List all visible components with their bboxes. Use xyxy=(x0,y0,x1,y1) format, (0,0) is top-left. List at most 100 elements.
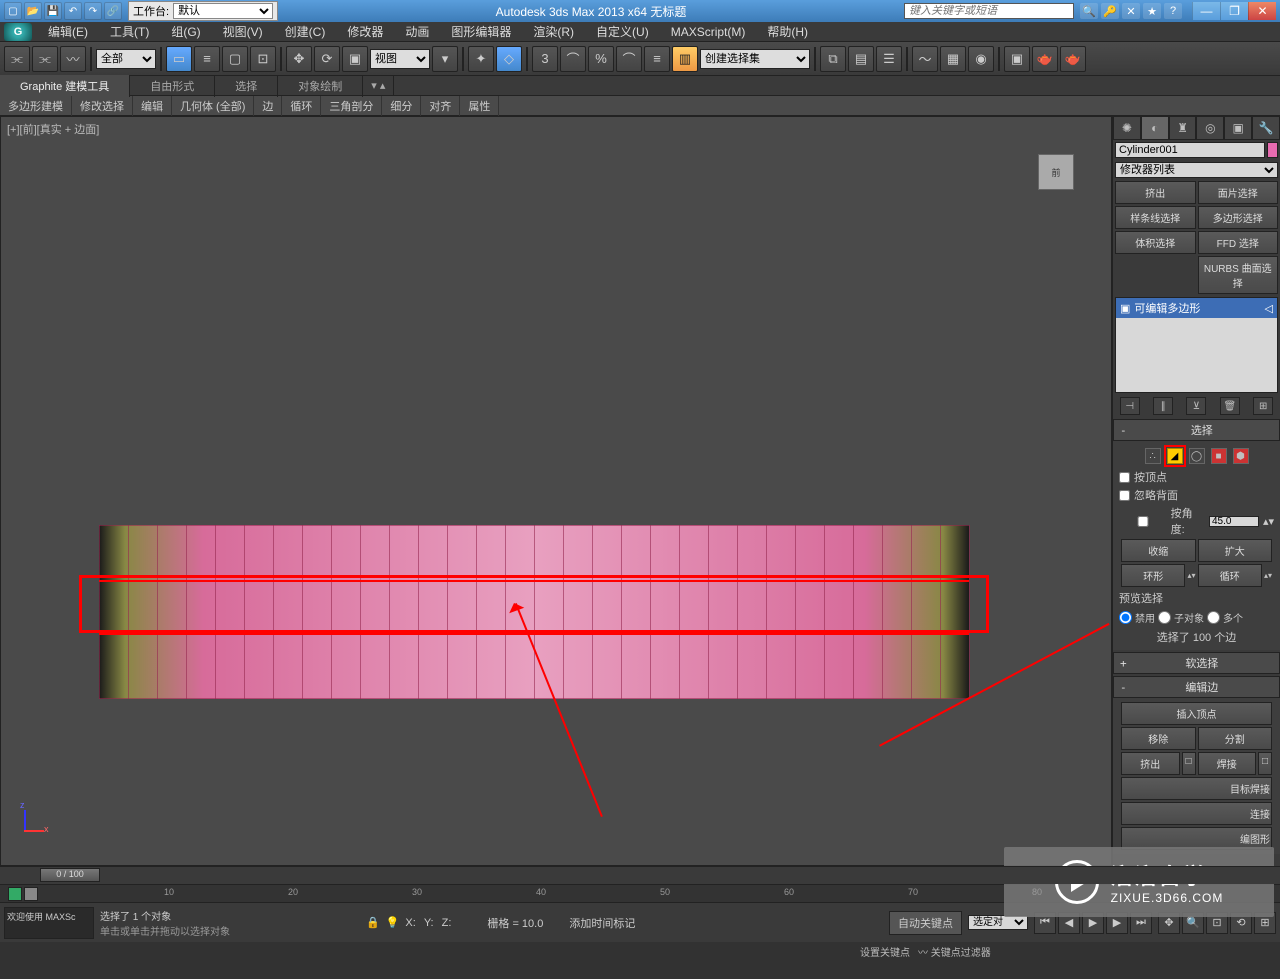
subobj-vertex-icon[interactable]: ∴ xyxy=(1145,448,1161,464)
tab-create-icon[interactable]: ✺ xyxy=(1113,116,1141,140)
rotate-icon[interactable]: ⟳ xyxy=(314,46,340,72)
viewcube-face[interactable]: 前 xyxy=(1038,154,1074,190)
qat-redo-icon[interactable]: ↷ xyxy=(84,2,102,20)
viewport-front[interactable]: [+][前][真实 + 边面] 前 document.write(Array.f… xyxy=(0,116,1112,866)
object-name-input[interactable] xyxy=(1115,142,1265,158)
manipulate-icon[interactable]: ✦ xyxy=(468,46,494,72)
render-setup-icon[interactable]: ▣ xyxy=(1004,46,1030,72)
mirror-tool-icon[interactable]: ⧉ xyxy=(820,46,846,72)
ribbon-panel-geom[interactable]: 几何体 (全部) xyxy=(172,96,254,116)
add-time-tag[interactable]: 添加时间标记 xyxy=(569,915,635,931)
modifier-stack[interactable]: ▣可编辑多边形◁ xyxy=(1115,297,1278,393)
ref-coord-dropdown[interactable]: 视图 xyxy=(370,49,430,69)
chk-by-angle[interactable] xyxy=(1119,516,1167,527)
menu-create[interactable]: 创建(C) xyxy=(275,21,336,42)
select-object-icon[interactable]: ▭ xyxy=(166,46,192,72)
ring-spinner-icon[interactable]: ▴▾ xyxy=(1187,571,1195,580)
material-editor-icon[interactable]: ◉ xyxy=(968,46,994,72)
close-button[interactable]: ✕ xyxy=(1248,2,1276,20)
menu-animation[interactable]: 动画 xyxy=(395,21,439,42)
ribbon-tab-paint[interactable]: 对象绘制 xyxy=(278,75,363,97)
track-bar[interactable]: 10 20 30 40 50 60 70 80 xyxy=(0,884,1280,902)
tab-motion-icon[interactable]: ◎ xyxy=(1196,116,1224,140)
btn-nurbssel[interactable]: NURBS 曲面选择 xyxy=(1198,256,1279,294)
rollout-softsel-header[interactable]: +软选择 xyxy=(1113,652,1280,674)
workspace-selector[interactable]: 工作台: 默认 xyxy=(128,1,278,21)
tab-modify-icon[interactable]: ◐ xyxy=(1141,116,1169,140)
search-icon[interactable]: 🔍 xyxy=(1080,3,1098,19)
maximize-button[interactable]: ❐ xyxy=(1220,2,1248,20)
ribbon-panel-loops[interactable]: 循环 xyxy=(282,96,321,116)
help-search-input[interactable] xyxy=(904,3,1074,19)
btn-shrink[interactable]: 收缩 xyxy=(1121,539,1196,562)
time-slider-handle[interactable]: 0 / 100 xyxy=(40,868,100,882)
qat-new-icon[interactable]: ▢ xyxy=(4,2,22,20)
btn-ffdsel[interactable]: FFD 选择 xyxy=(1198,231,1279,254)
named-sel-icon[interactable]: ≡ xyxy=(644,46,670,72)
pivot-icon[interactable]: ▾ xyxy=(432,46,458,72)
isolate-icon[interactable]: 💡 xyxy=(386,916,400,929)
btn-target-weld[interactable]: 目标焊接 xyxy=(1121,777,1272,800)
app-menu-icon[interactable]: G xyxy=(4,23,32,41)
menu-views[interactable]: 视图(V) xyxy=(213,21,273,42)
window-crossing-icon[interactable]: ⊡ xyxy=(250,46,276,72)
rollout-editedge-header[interactable]: -编辑边 xyxy=(1113,676,1280,698)
key-mode-dropdown[interactable]: 选定对 xyxy=(968,915,1028,930)
subobj-edge-icon[interactable]: ◢ xyxy=(1167,448,1183,464)
menu-edit[interactable]: 编辑(E) xyxy=(38,21,98,42)
unlink-icon[interactable]: ⫘ xyxy=(32,46,58,72)
auto-key-button[interactable]: 自动关键点 xyxy=(889,911,962,935)
favorite-icon[interactable]: ★ xyxy=(1143,3,1161,19)
tab-hierarchy-icon[interactable]: ♜ xyxy=(1169,116,1197,140)
viewport-label[interactable]: [+][前][真实 + 边面] xyxy=(7,121,99,137)
maxscript-listener[interactable]: 欢迎使用 MAXSc xyxy=(4,907,94,939)
menu-grapheditors[interactable]: 图形编辑器 xyxy=(441,21,521,42)
ribbon-panel-align[interactable]: 对齐 xyxy=(421,96,460,116)
radio-preview-off[interactable] xyxy=(1119,611,1132,624)
object-color-swatch[interactable] xyxy=(1267,142,1278,158)
btn-splinesel[interactable]: 样条线选择 xyxy=(1115,206,1196,229)
tab-utilities-icon[interactable]: 🔧 xyxy=(1252,116,1280,140)
qat-undo-icon[interactable]: ↶ xyxy=(64,2,82,20)
timeline-ruler[interactable]: 10 20 30 40 50 60 70 80 xyxy=(40,885,1280,902)
link-icon[interactable]: ⫘ xyxy=(4,46,30,72)
spinner-arrows-icon[interactable]: ▴▾ xyxy=(1263,515,1274,528)
radio-preview-multi[interactable] xyxy=(1207,611,1220,624)
snap-toggle-icon[interactable]: ◇ xyxy=(496,46,522,72)
named-selection-dropdown[interactable]: 创建选择集 xyxy=(700,49,810,69)
ribbon-tab-freeform[interactable]: 自由形式 xyxy=(130,75,215,97)
btn-extrude-edge[interactable]: 挤出 xyxy=(1121,752,1180,775)
select-rect-icon[interactable]: ▢ xyxy=(222,46,248,72)
render-frame-icon[interactable]: 🫖 xyxy=(1032,46,1058,72)
qat-link-icon[interactable]: 🔗 xyxy=(104,2,122,20)
help-icon[interactable]: ? xyxy=(1164,3,1182,19)
schematic-view-icon[interactable]: ▦ xyxy=(940,46,966,72)
qat-open-icon[interactable]: 📂 xyxy=(24,2,42,20)
move-icon[interactable]: ✥ xyxy=(286,46,312,72)
ribbon-panel-props[interactable]: 属性 xyxy=(460,96,499,116)
btn-patchsel[interactable]: 面片选择 xyxy=(1198,181,1279,204)
subobj-element-icon[interactable]: ⬢ xyxy=(1233,448,1249,464)
edged-faces-icon[interactable]: ⌒ xyxy=(616,46,642,72)
angle-spinner[interactable] xyxy=(1209,516,1259,527)
rollout-selection-header[interactable]: -选择 xyxy=(1113,419,1280,441)
chk-by-vertex[interactable] xyxy=(1119,472,1130,483)
menu-maxscript[interactable]: MAXScript(M) xyxy=(661,23,756,41)
curve-editor-icon[interactable]: 〜 xyxy=(912,46,938,72)
selection-filter-dropdown[interactable]: 全部 xyxy=(96,49,156,69)
spinner-snap-icon[interactable]: % xyxy=(588,46,614,72)
minimize-button[interactable]: — xyxy=(1192,2,1220,20)
configure-icon[interactable]: ⊞ xyxy=(1253,397,1273,415)
select-by-name-icon[interactable]: ≡ xyxy=(194,46,220,72)
btn-extrude[interactable]: 挤出 xyxy=(1115,181,1196,204)
btn-extrude-settings-icon[interactable]: □ xyxy=(1182,752,1196,775)
key-filter-button[interactable]: 〰 关键点过滤器 xyxy=(918,944,991,959)
menu-customize[interactable]: 自定义(U) xyxy=(586,21,659,42)
time-slider[interactable]: 0 / 100 xyxy=(0,866,1280,884)
workspace-dropdown[interactable]: 默认 xyxy=(173,3,273,19)
btn-weld[interactable]: 焊接 xyxy=(1198,752,1257,775)
cylinder-mesh[interactable]: document.write(Array.from({length:31},(_… xyxy=(99,525,969,699)
ribbon-panel-edit[interactable]: 编辑 xyxy=(133,96,172,116)
pin-stack-icon[interactable]: ⊣ xyxy=(1120,397,1140,415)
viewcube[interactable]: 前 xyxy=(1031,147,1081,197)
